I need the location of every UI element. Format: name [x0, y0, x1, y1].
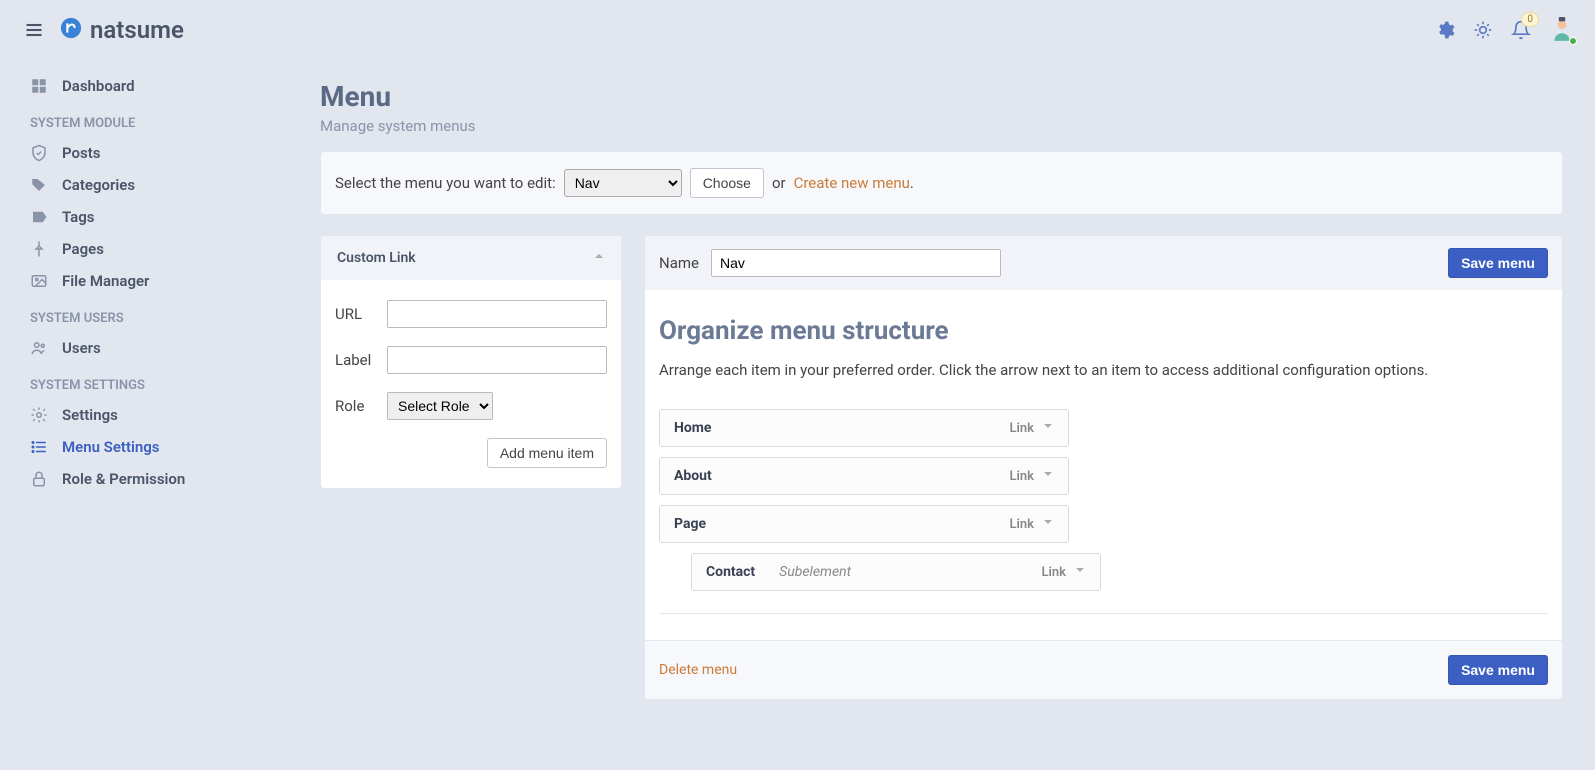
sidebar: Dashboard SYSTEM MODULE Posts Categories… — [0, 60, 280, 730]
menu-item-type: Link — [1009, 469, 1034, 484]
choose-button[interactable]: Choose — [690, 168, 764, 198]
menu-item-label: Home — [674, 420, 711, 436]
menu-item-label: About — [674, 468, 712, 484]
custom-link-title: Custom Link — [337, 250, 416, 266]
select-menu-label: Select the menu you want to edit: — [335, 174, 556, 192]
tags-icon — [30, 208, 48, 226]
sidebar-section-settings: SYSTEM SETTINGS — [0, 364, 280, 399]
sidebar-item-pages[interactable]: Pages — [0, 233, 280, 265]
custom-link-panel: Custom Link URL Label — [320, 235, 622, 489]
menu-select[interactable]: Nav — [564, 169, 682, 197]
menu-toggle-icon[interactable] — [20, 16, 48, 44]
menu-item-note: Subelement — [779, 564, 851, 580]
sidebar-item-posts[interactable]: Posts — [0, 137, 280, 169]
menu-item[interactable]: About Link — [659, 457, 1069, 495]
app-title: natsume — [90, 16, 184, 44]
sidebar-item-label: Pages — [62, 240, 104, 258]
save-menu-button-bottom[interactable]: Save menu — [1448, 655, 1548, 685]
menu-editor-panel: Name Save menu Organize menu structure A… — [644, 235, 1563, 700]
sidebar-item-users[interactable]: Users — [0, 332, 280, 364]
save-menu-button-top[interactable]: Save menu — [1448, 248, 1548, 278]
label-input[interactable] — [387, 346, 607, 374]
menu-item-type: Link — [1041, 565, 1066, 580]
sidebar-item-label: Users — [62, 339, 101, 357]
menu-item-type: Link — [1009, 517, 1034, 532]
divider — [659, 613, 1548, 614]
sidebar-item-label: Menu Settings — [62, 438, 160, 456]
sidebar-item-label: Role & Permission — [62, 470, 185, 488]
page-subtitle: Manage system menus — [320, 117, 1563, 135]
dashboard-icon — [30, 77, 48, 95]
name-label: Name — [659, 254, 699, 272]
organize-description: Arrange each item in your preferred orde… — [659, 360, 1548, 381]
sidebar-item-role-permission[interactable]: Role & Permission — [0, 463, 280, 495]
gear-icon — [30, 406, 48, 424]
or-text: or — [772, 174, 786, 192]
menu-items-list: Home Link About Link Page Link Contact Subeleme… — [659, 409, 1548, 591]
create-menu-link[interactable]: Create new menu — [794, 174, 910, 192]
sidebar-item-label: Dashboard — [62, 77, 135, 95]
menu-item-label: Contact — [706, 564, 755, 580]
shield-icon — [30, 144, 48, 162]
chevron-down-icon[interactable] — [1074, 564, 1086, 580]
sidebar-item-label: Categories — [62, 176, 135, 194]
custom-link-header[interactable]: Custom Link — [321, 236, 621, 280]
role-label: Role — [335, 397, 379, 415]
organize-title: Organize menu structure — [659, 316, 1548, 346]
gear-icon[interactable] — [1435, 20, 1455, 40]
users-icon — [30, 339, 48, 357]
online-dot-icon — [1569, 37, 1577, 45]
sidebar-item-menu-settings[interactable]: Menu Settings — [0, 431, 280, 463]
main-content: Menu Manage system menus Select the menu… — [280, 60, 1595, 730]
menu-item[interactable]: Page Link — [659, 505, 1069, 543]
sidebar-item-settings[interactable]: Settings — [0, 399, 280, 431]
delete-menu-link[interactable]: Delete menu — [659, 662, 737, 678]
menu-name-input[interactable] — [711, 249, 1001, 277]
sidebar-item-label: Tags — [62, 208, 95, 226]
chevron-down-icon[interactable] — [1042, 516, 1054, 532]
menu-item[interactable]: Contact Subelement Link — [691, 553, 1101, 591]
menu-editor-footer: Delete menu Save menu — [645, 640, 1562, 699]
menu-item-type: Link — [1009, 421, 1034, 436]
url-input[interactable] — [387, 300, 607, 328]
url-label: URL — [335, 305, 379, 323]
sidebar-item-categories[interactable]: Categories — [0, 169, 280, 201]
notification-badge: 0 — [1521, 12, 1539, 27]
add-menu-item-button[interactable]: Add menu item — [487, 438, 607, 468]
sidebar-section-users: SYSTEM USERS — [0, 297, 280, 332]
dot: . — [910, 174, 914, 192]
sidebar-item-dashboard[interactable]: Dashboard — [0, 70, 280, 102]
label-label: Label — [335, 351, 379, 369]
page-title: Menu — [320, 80, 1563, 113]
list-icon — [30, 438, 48, 456]
sidebar-item-label: File Manager — [62, 272, 149, 290]
avatar[interactable] — [1549, 17, 1575, 43]
role-select[interactable]: Select Role — [387, 392, 493, 420]
sun-icon[interactable] — [1473, 20, 1493, 40]
logo-icon — [60, 17, 82, 43]
sidebar-section-module: SYSTEM MODULE — [0, 102, 280, 137]
menu-item[interactable]: Home Link — [659, 409, 1069, 447]
menu-item-label: Page — [674, 516, 706, 532]
header: natsume 0 — [0, 0, 1595, 60]
tag-icon — [30, 176, 48, 194]
lock-icon — [30, 470, 48, 488]
sidebar-item-tags[interactable]: Tags — [0, 201, 280, 233]
logo[interactable]: natsume — [60, 16, 184, 44]
image-icon — [30, 272, 48, 290]
sidebar-item-label: Settings — [62, 406, 118, 424]
sidebar-item-file-manager[interactable]: File Manager — [0, 265, 280, 297]
pin-icon — [30, 240, 48, 258]
chevron-down-icon[interactable] — [1042, 468, 1054, 484]
bell-icon[interactable]: 0 — [1511, 20, 1531, 40]
menu-select-bar: Select the menu you want to edit: Nav Ch… — [320, 151, 1563, 215]
sidebar-item-label: Posts — [62, 144, 100, 162]
menu-editor-header: Name Save menu — [645, 236, 1562, 290]
chevron-down-icon[interactable] — [1042, 420, 1054, 436]
chevron-up-icon — [593, 250, 605, 266]
